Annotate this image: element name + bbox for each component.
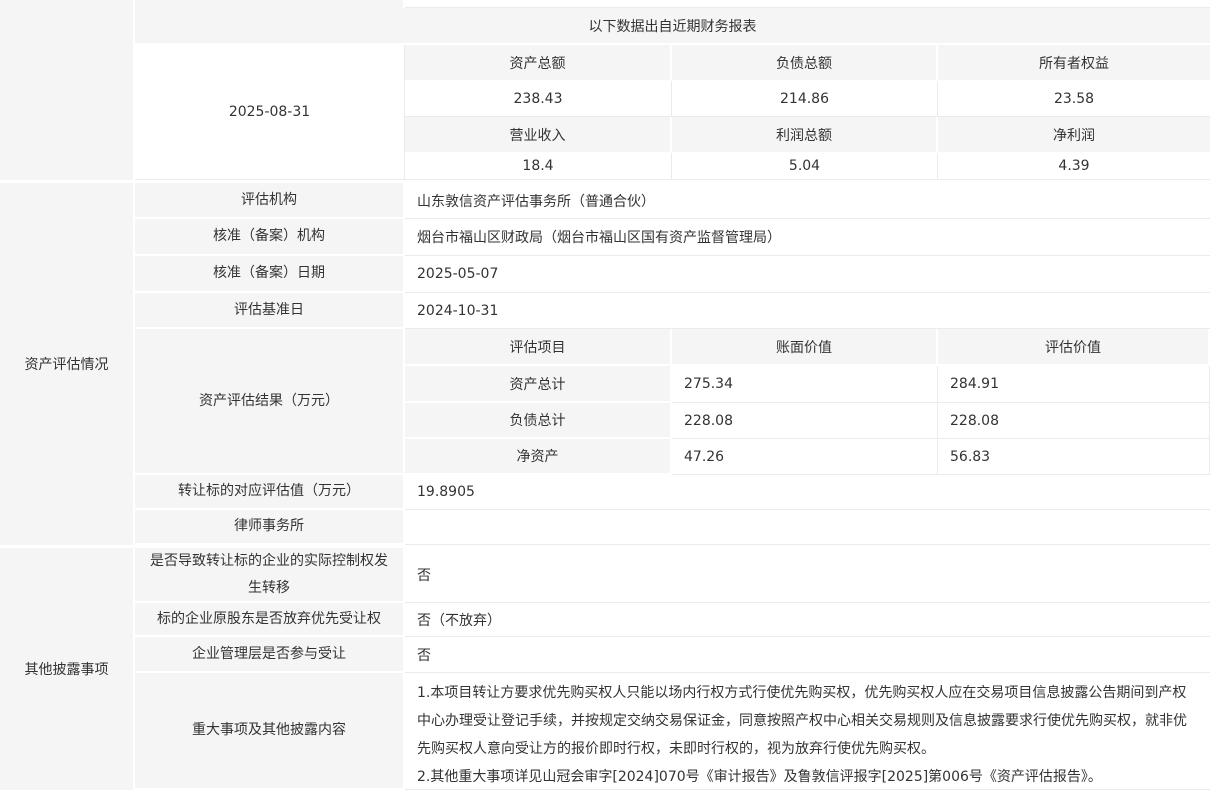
table-row: 律师事务所 bbox=[135, 510, 1210, 545]
result-item-total-liabilities: 负债总计 bbox=[405, 403, 672, 439]
section-label-other: 其他披露事项 bbox=[0, 548, 135, 790]
field-label-law-firm: 律师事务所 bbox=[135, 510, 405, 545]
result-book-total-assets: 275.34 bbox=[672, 366, 938, 403]
table-row: 是否导致转让标的企业的实际控制权发生转移 否 bbox=[135, 548, 1210, 603]
fin-value-profit-total: 5.04 bbox=[672, 153, 938, 180]
field-value-approval-org: 烟台市福山区财政局（烟台市福山区国有资产监督管理局） bbox=[405, 219, 1210, 256]
section-financial: 以下数据出自近期财务报表 2025-08-31 资产总额 负债总额 所有者权益 … bbox=[0, 0, 1210, 180]
fin-value-liabilities: 214.86 bbox=[672, 81, 938, 117]
fin-header-net-profit: 净利润 bbox=[938, 117, 1210, 153]
field-label-major-matters: 重大事项及其他披露内容 bbox=[135, 673, 405, 790]
result-item-net-assets: 净资产 bbox=[405, 439, 672, 475]
field-value-management-participation: 否 bbox=[405, 637, 1210, 673]
table-row: 转让标的对应评估值（万元） 19.8905 bbox=[135, 475, 1210, 510]
field-value-waive-preemptive: 否（不放弃） bbox=[405, 603, 1210, 637]
fin-header-assets: 资产总额 bbox=[405, 45, 672, 81]
field-label-management-participation: 企业管理层是否参与受让 bbox=[135, 637, 405, 673]
fin-header-equity: 所有者权益 bbox=[938, 45, 1210, 81]
valuation-result-block: 资产评估结果（万元） 评估项目 账面价值 评估价值 资产总计 275.34 28… bbox=[135, 329, 1210, 475]
table-row: 核准（备案）日期 2025-05-07 bbox=[135, 256, 1210, 293]
result-book-total-liabilities: 228.08 bbox=[672, 403, 938, 439]
result-item-total-assets: 资产总计 bbox=[405, 366, 672, 403]
field-value-major-matters: 1.本项目转让方要求优先购买权人只能以场内行权方式行使优先购买权，优先购买权人应… bbox=[405, 673, 1210, 790]
cutoff-row bbox=[135, 0, 1210, 8]
cutoff-row-value bbox=[405, 0, 1210, 8]
valuation-result-grid: 评估项目 账面价值 评估价值 资产总计 275.34 284.91 负债总计 2… bbox=[405, 329, 1210, 475]
field-value-law-firm bbox=[405, 510, 1210, 545]
field-label-base-date: 评估基准日 bbox=[135, 293, 405, 329]
field-value-target-assessed-value: 19.8905 bbox=[405, 475, 1210, 510]
section-other: 其他披露事项 是否导致转让标的企业的实际控制权发生转移 否 标的企业原股东是否放… bbox=[0, 548, 1210, 790]
result-header-assessed: 评估价值 bbox=[938, 329, 1210, 366]
field-value-approval-date: 2025-05-07 bbox=[405, 256, 1210, 293]
section-label-valuation: 资产评估情况 bbox=[0, 183, 135, 545]
table-row: 重大事项及其他披露内容 1.本项目转让方要求优先购买权人只能以场内行权方式行使优… bbox=[135, 673, 1210, 790]
section-label-financial-empty bbox=[0, 0, 135, 180]
field-value-control-transfer: 否 bbox=[405, 548, 1210, 603]
table-row: 企业管理层是否参与受让 否 bbox=[135, 637, 1210, 673]
fin-value-revenue: 18.4 bbox=[405, 153, 672, 180]
table-row: 核准（备案）机构 烟台市福山区财政局（烟台市福山区国有资产监督管理局） bbox=[135, 219, 1210, 256]
fin-header-revenue: 营业收入 bbox=[405, 117, 672, 153]
result-header-book: 账面价值 bbox=[672, 329, 938, 366]
result-header-item: 评估项目 bbox=[405, 329, 672, 366]
table-row: 评估基准日 2024-10-31 bbox=[135, 293, 1210, 329]
result-assessed-net-assets: 56.83 bbox=[938, 439, 1210, 475]
report-date-cell: 2025-08-31 bbox=[135, 45, 405, 180]
field-label-valuation-result: 资产评估结果（万元） bbox=[135, 329, 405, 475]
financial-grid: 资产总额 负债总额 所有者权益 238.43 214.86 23.58 营业收入… bbox=[405, 45, 1210, 180]
fin-header-liabilities: 负债总额 bbox=[672, 45, 938, 81]
disclosure-table: 以下数据出自近期财务报表 2025-08-31 资产总额 负债总额 所有者权益 … bbox=[0, 0, 1210, 793]
table-row: 评估机构 山东敦信资产评估事务所（普通合伙） bbox=[135, 183, 1210, 219]
field-label-approval-org: 核准（备案）机构 bbox=[135, 219, 405, 256]
financial-note-band: 以下数据出自近期财务报表 bbox=[135, 8, 1210, 45]
table-row: 标的企业原股东是否放弃优先受让权 否（不放弃） bbox=[135, 603, 1210, 637]
field-label-target-assessed-value: 转让标的对应评估值（万元） bbox=[135, 475, 405, 510]
field-value-appraiser: 山东敦信资产评估事务所（普通合伙） bbox=[405, 183, 1210, 219]
result-book-net-assets: 47.26 bbox=[672, 439, 938, 475]
fin-value-assets: 238.43 bbox=[405, 81, 672, 117]
cutoff-row-label bbox=[135, 0, 405, 8]
section-valuation: 资产评估情况 评估机构 山东敦信资产评估事务所（普通合伙） 核准（备案）机构 烟… bbox=[0, 183, 1210, 545]
field-value-base-date: 2024-10-31 bbox=[405, 293, 1210, 329]
field-label-approval-date: 核准（备案）日期 bbox=[135, 256, 405, 293]
fin-value-net-profit: 4.39 bbox=[938, 153, 1210, 180]
field-label-appraiser: 评估机构 bbox=[135, 183, 405, 219]
field-label-waive-preemptive: 标的企业原股东是否放弃优先受让权 bbox=[135, 603, 405, 637]
fin-value-equity: 23.58 bbox=[938, 81, 1210, 117]
result-assessed-total-liabilities: 228.08 bbox=[938, 403, 1210, 439]
field-label-control-transfer: 是否导致转让标的企业的实际控制权发生转移 bbox=[135, 548, 405, 603]
fin-header-profit-total: 利润总额 bbox=[672, 117, 938, 153]
financial-note-text: 以下数据出自近期财务报表 bbox=[589, 16, 757, 36]
result-assessed-total-assets: 284.91 bbox=[938, 366, 1210, 403]
